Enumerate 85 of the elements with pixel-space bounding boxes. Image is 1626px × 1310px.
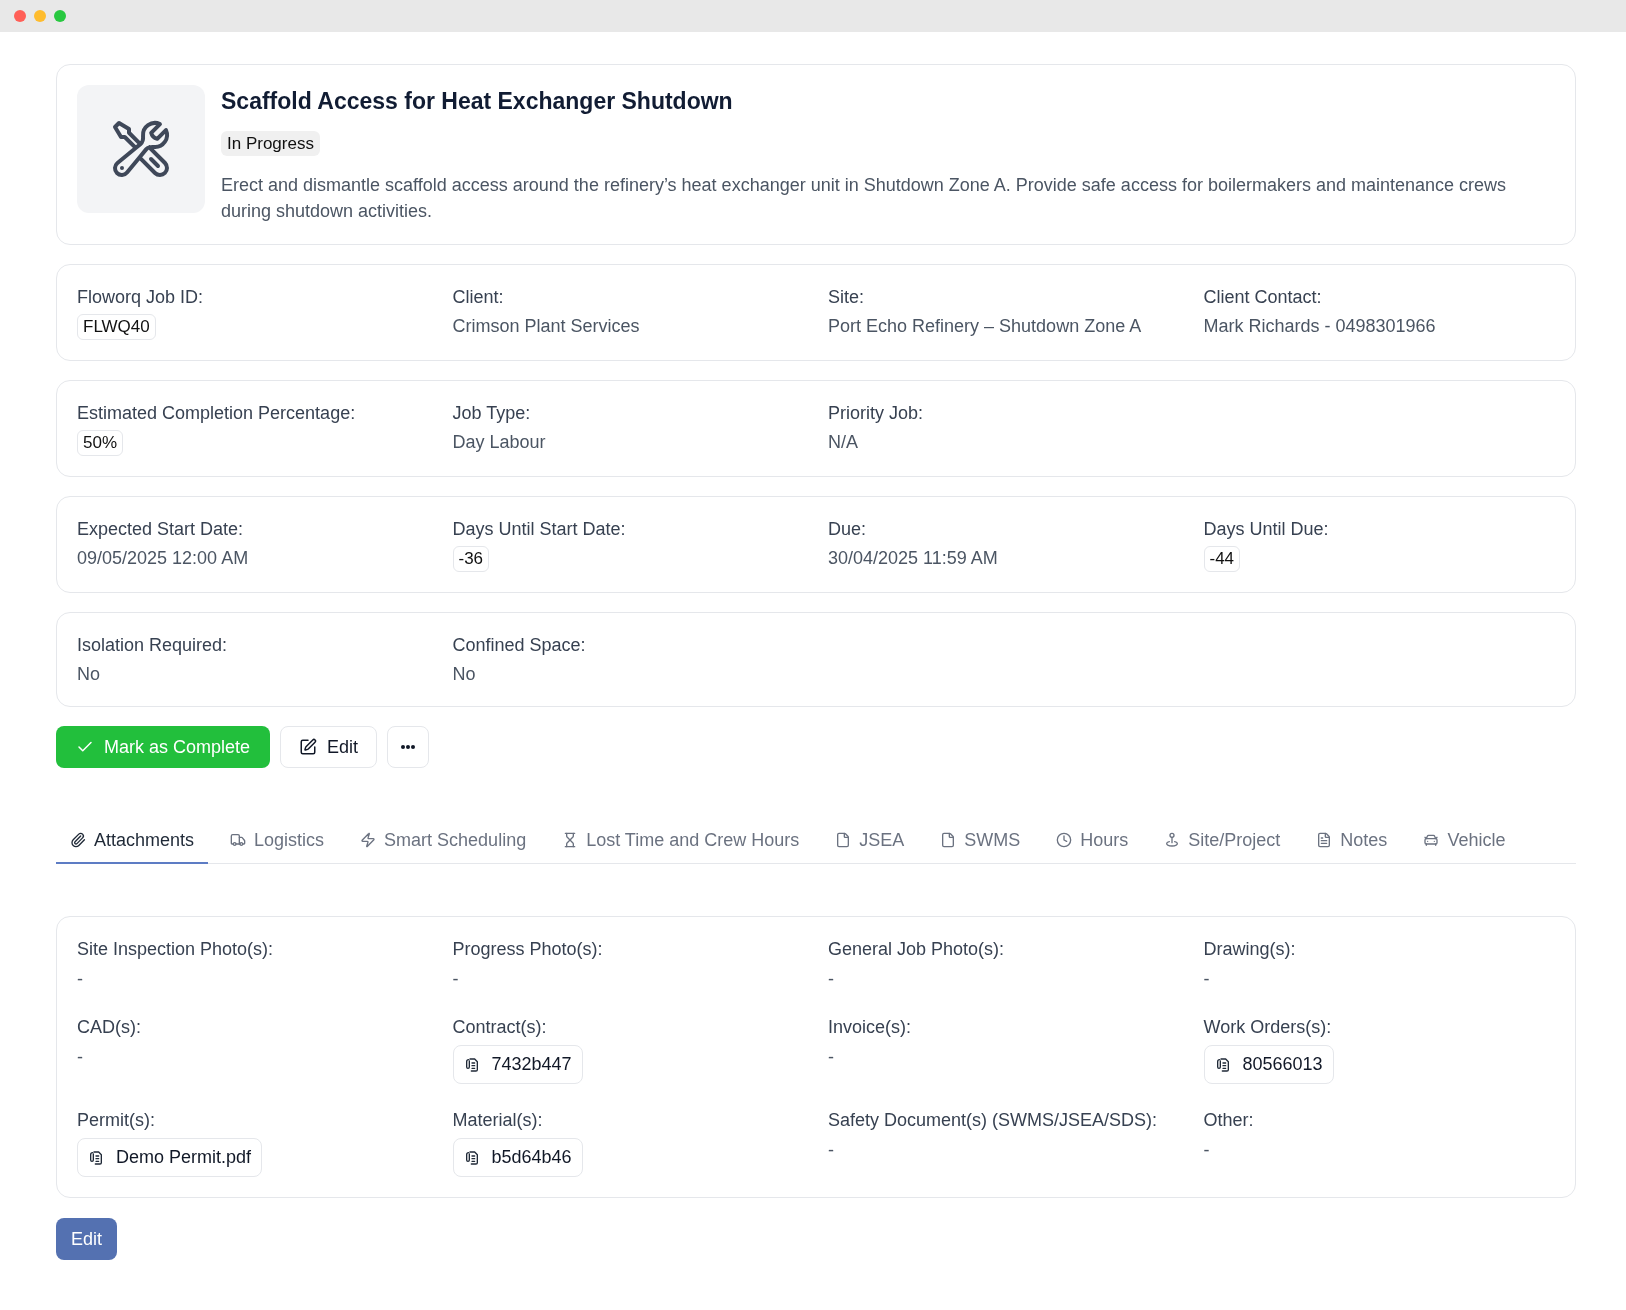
- field-label: Priority Job:: [828, 402, 925, 425]
- document-clip-icon: [88, 1149, 104, 1166]
- empty-value: -: [828, 968, 834, 991]
- job-title: Scaffold Access for Heat Exchanger Shutdown: [221, 87, 733, 115]
- file-chip[interactable]: Demo Permit.pdf: [77, 1138, 263, 1177]
- field-value: N/A: [828, 431, 858, 454]
- file-chip[interactable]: 7432b447: [452, 1045, 583, 1084]
- field-value: 09/05/2025 12:00 AM: [77, 547, 249, 570]
- attachment-label: Invoice(s):: [828, 1016, 913, 1039]
- attachment-label: Progress Photo(s):: [452, 938, 604, 961]
- minimize-icon[interactable]: [34, 10, 46, 22]
- field-label: Floworq Job ID:: [77, 286, 205, 309]
- value-tag: -36: [452, 546, 490, 572]
- field-label: Confined Space:: [452, 634, 587, 657]
- tab[interactable]: Notes: [1302, 818, 1402, 864]
- field-value: Mark Richards - 0498301966: [1203, 315, 1436, 338]
- field-label: Job Type:: [452, 402, 532, 425]
- tab[interactable]: Logistics: [216, 818, 339, 864]
- file-chip[interactable]: b5d64b46: [452, 1138, 583, 1177]
- tab[interactable]: Vehicle: [1409, 818, 1520, 864]
- truck-icon: [230, 832, 247, 848]
- empty-value: -: [1203, 968, 1210, 991]
- field-value: No: [452, 663, 476, 686]
- field-label: Client Contact:: [1203, 286, 1323, 309]
- field-label: Days Until Due:: [1203, 518, 1330, 541]
- edit-button[interactable]: Edit: [56, 1218, 118, 1260]
- attachment-label: General Job Photo(s):: [828, 938, 1006, 961]
- field-label: Due:: [828, 518, 868, 541]
- edit-button[interactable]: Edit: [280, 726, 378, 768]
- attachment-label: Contract(s):: [452, 1016, 548, 1039]
- file-icon: [940, 832, 957, 848]
- field-label: Site:: [828, 286, 866, 309]
- value-tag: -44: [1203, 546, 1241, 572]
- tab[interactable]: Attachments: [56, 818, 209, 864]
- attachment-label: Site Inspection Photo(s):: [77, 938, 275, 961]
- document-clip-icon: [463, 1056, 480, 1073]
- field-value: Crimson Plant Services: [452, 315, 640, 338]
- lightning-icon: [360, 832, 377, 848]
- more-options-button[interactable]: [387, 726, 430, 768]
- field-label: Days Until Start Date:: [452, 518, 627, 541]
- field-value: No: [77, 663, 100, 686]
- close-icon[interactable]: [14, 10, 26, 22]
- job-description: Erect and dismantle scaffold access around the refinery’s heat exchanger unit in Shutdown Zone A. Provide safe access for boilermakers and maintenance crews during shutdown activities.: [221, 174, 1508, 223]
- empty-value: -: [828, 1139, 834, 1162]
- empty-value: -: [1203, 1139, 1210, 1162]
- tab[interactable]: Smart Scheduling: [346, 818, 541, 864]
- attachment-label: Other:: [1203, 1109, 1255, 1132]
- attachment-label: Safety Document(s) (SWMS/JSEA/SDS):: [828, 1109, 1159, 1132]
- empty-value: -: [77, 1046, 83, 1069]
- pen-square-icon: [299, 738, 318, 756]
- file-icon: [835, 832, 852, 848]
- wrench-screwdriver-icon: [77, 85, 205, 213]
- attachment-label: Permit(s):: [77, 1109, 156, 1132]
- field-label: Expected Start Date:: [77, 518, 245, 541]
- file-chip[interactable]: 80566013: [1203, 1045, 1334, 1084]
- field-value: Day Labour: [452, 431, 546, 454]
- attachment-label: Work Orders(s):: [1203, 1016, 1333, 1039]
- document-clip-icon: [463, 1149, 480, 1166]
- tab[interactable]: Site/Project: [1150, 818, 1295, 864]
- empty-value: -: [828, 1046, 834, 1069]
- field-value: 30/04/2025 11:59 AM: [828, 547, 998, 570]
- zoom-icon[interactable]: [54, 10, 66, 22]
- field-value: Port Echo Refinery – Shutdown Zone A: [828, 315, 1142, 338]
- attachment-label: Material(s):: [452, 1109, 544, 1132]
- paperclip-icon: [70, 832, 86, 848]
- car-icon: [1423, 832, 1440, 848]
- attachment-label: Drawing(s):: [1203, 938, 1297, 961]
- tab[interactable]: Lost Time and Crew Hours: [548, 818, 814, 864]
- field-label: Isolation Required:: [77, 634, 229, 657]
- clock-icon: [1056, 832, 1073, 848]
- attachment-label: CAD(s):: [77, 1016, 142, 1039]
- field-label: Estimated Completion Percentage:: [77, 402, 357, 425]
- more-icon: [401, 745, 416, 749]
- document-icon: [1316, 832, 1333, 848]
- tab[interactable]: SWMS: [926, 818, 1035, 864]
- status-badge: In Progress: [221, 131, 320, 156]
- pin-icon: [1164, 832, 1181, 848]
- tab[interactable]: JSEA: [821, 818, 919, 864]
- document-clip-icon: [1214, 1056, 1231, 1073]
- empty-value: -: [452, 968, 459, 991]
- field-label: Client:: [452, 286, 505, 309]
- empty-value: -: [77, 968, 83, 991]
- value-tag: FLWQ40: [77, 314, 156, 340]
- value-tag: 50%: [77, 430, 124, 456]
- tab[interactable]: Hours: [1042, 818, 1143, 864]
